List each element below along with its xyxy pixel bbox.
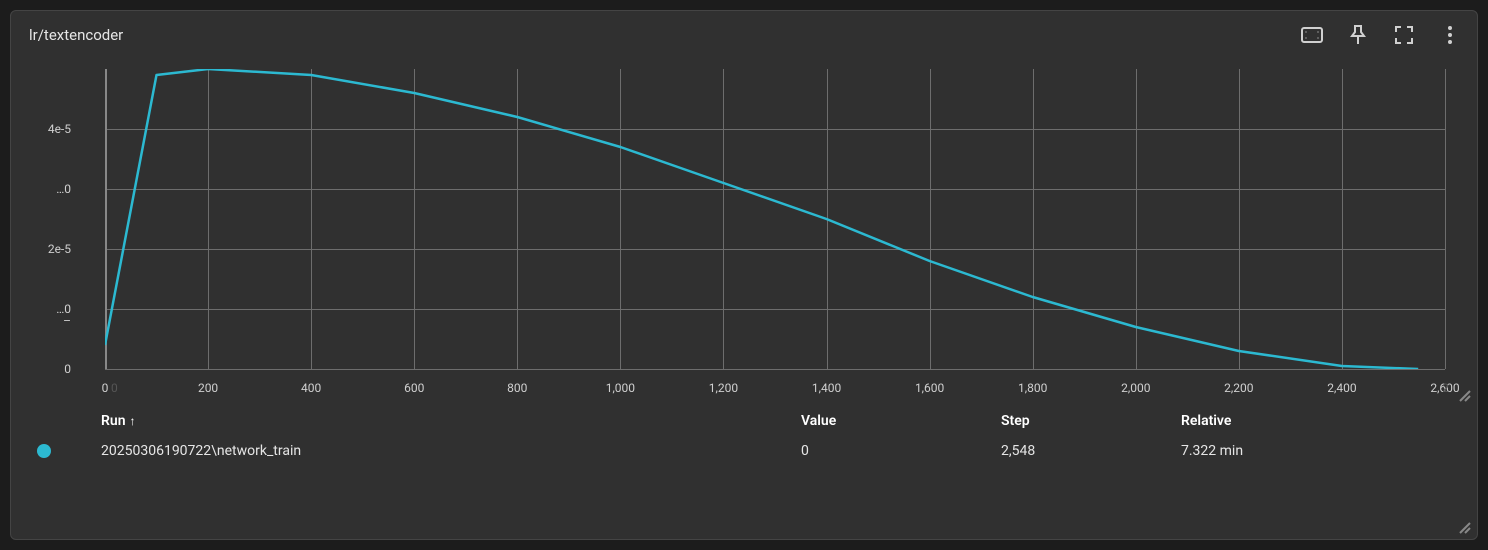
line-plot [105,69,1445,369]
x-tick-label: 600 [404,381,424,395]
cell-relative: 7.322 min [1181,443,1467,459]
y-tick-label: 0 [11,362,77,376]
y-tick-label: 4e-5 [11,122,77,136]
y-tick-label: …0 [11,182,77,196]
cell-step: 2,548 [1001,443,1181,459]
card-actions [1301,24,1469,46]
gridline-v [1445,69,1446,369]
col-run[interactable]: Run↑ [101,413,801,429]
x-tick-label: 1,200 [709,381,738,395]
resize-handle-icon[interactable] [1457,387,1471,401]
table-row[interactable]: 20250306190722\network_train 0 2,548 7.3… [37,436,1467,466]
x-tick-label: 1,400 [812,381,841,395]
cell-value: 0 [801,443,1001,459]
x-tick-label: 2,400 [1327,381,1356,395]
y-tick-label: – [11,314,77,328]
fullscreen-icon[interactable] [1393,24,1415,46]
x-tick-label: 400 [301,381,321,395]
chart[interactable]: 0…02e-5…04e-5– 02004006008001,0001,2001,… [11,69,1477,399]
card-title: lr/textencoder [29,26,123,44]
x-tick-faded: 2 [1442,381,1449,395]
x-tick-label: 1,800 [1018,381,1047,395]
pin-icon[interactable] [1347,24,1369,46]
x-tick-label: 2,000 [1121,381,1150,395]
table-header-row: Run↑ Value Step Relative [37,406,1467,436]
gridline-h [105,369,1445,370]
fit-domain-icon[interactable] [1301,24,1323,46]
col-value[interactable]: Value [801,413,1001,429]
x-tick-faded: 0 [111,381,118,395]
x-tick-label: 0 [102,381,109,395]
resize-handle-icon[interactable] [1457,519,1471,533]
x-tick-label: 1,000 [606,381,635,395]
card-header: lr/textencoder [11,11,1477,59]
x-tick-label: 2,200 [1224,381,1253,395]
run-color-swatch [37,444,51,458]
x-tick-label: 800 [507,381,527,395]
x-tick-label: 1,600 [915,381,944,395]
x-tick-label: 200 [198,381,218,395]
more-icon[interactable] [1439,24,1461,46]
y-tick-label: 2e-5 [11,242,77,256]
col-step[interactable]: Step [1001,413,1181,429]
col-relative[interactable]: Relative [1181,413,1467,429]
cell-run: 20250306190722\network_train [101,443,801,459]
scalar-card: lr/textencoder 0…02e-5…04e-5– 0200400600… [10,10,1478,540]
sort-asc-icon: ↑ [130,414,136,428]
runs-table: Run↑ Value Step Relative 20250306190722\… [37,406,1467,466]
